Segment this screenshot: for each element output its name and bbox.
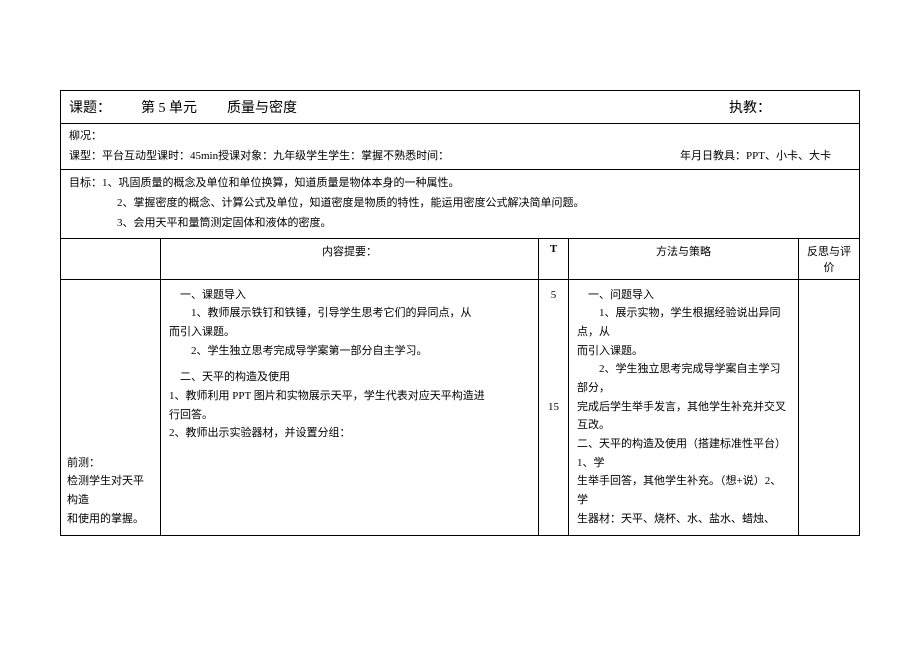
table-body-row: 前测： 检测学生对天平构造 和使用的掌握。 一、课题导入 1、教师展示铁钉和铁锤… (61, 280, 859, 535)
spacer (169, 360, 530, 368)
col-header-reflect: 反思与评价 (799, 239, 859, 279)
content-sec2-item1: 1、教师利用 PPT 图片和实物展示天平，学生代表对应天平构造进 (169, 387, 530, 406)
header-row: 课题： 第 5 单元 质量与密度 执教： (61, 91, 859, 124)
time-spacer2 (543, 366, 564, 398)
content-sec2-title: 二、天平的构造及使用 (169, 368, 530, 387)
content-sec1-item1: 1、教师展示铁钉和铁锤，引导学生思考它们的异同点，从 (169, 304, 530, 323)
method-sec2-line1: 二、天平的构造及使用（搭建标准性平台）1、学 (577, 435, 790, 472)
method-sec1-item1b: 而引入课题。 (577, 342, 790, 361)
content-sec2-item2: 2、教师出示实验器材，并设置分组： (169, 424, 530, 443)
content-sec2-item1b: 行回答。 (169, 406, 530, 425)
meta-line2: 课型：平台互动型课时：45min授课对象：九年级学生学生：掌握不熟悉时间： 年月… (69, 148, 851, 166)
meta-right: 年月日教具：PPT、小卡、大卡 (680, 148, 831, 166)
pretest-line3: 和使用的掌握。 (67, 510, 154, 529)
method-sec2-line3: 生器材：天平、烧杯、水、盐水、蜡烛、 (577, 510, 790, 529)
reflect-cell (799, 280, 859, 535)
objective-3: 3、会用天平和量筒测定固体和液体的密度。 (69, 214, 851, 234)
method-sec1-item1: 1、展示实物，学生根据经验说出异同点，从 (577, 304, 790, 341)
pretest-line1: 前测： (67, 454, 154, 473)
topic-label: 课题： (69, 97, 111, 117)
time-spacer (543, 306, 564, 366)
method-sec1-item2: 2、学生独立思考完成导学案自主学习部分， (577, 360, 790, 397)
objective-1: 目标：1、巩固质量的概念及单位和单位换算，知道质量是物体本身的一种属性。 (69, 174, 851, 194)
content-sec1-item2: 2、学生独立思考完成导学案第一部分自主学习。 (169, 342, 530, 361)
method-sec1-item2b: 完成后学生举手发言，其他学生补充并交叉互改。 (577, 398, 790, 435)
meta-line1: 柳况： (69, 128, 851, 146)
content-sec1-title: 一、课题导入 (169, 286, 530, 305)
unit-title: 第 5 单元 (141, 97, 197, 117)
subject-title: 质量与密度 (227, 97, 297, 117)
col-header-t: T (539, 239, 569, 279)
method-sec1-title: 一、问题导入 (577, 286, 790, 305)
method-cell: 一、问题导入 1、展示实物，学生根据经验说出异同点，从 而引入课题。 2、学生独… (569, 280, 799, 535)
pretest-cell: 前测： 检测学生对天平构造 和使用的掌握。 (61, 280, 161, 535)
table-header-row: 内容提要： T 方法与策略 反思与评价 (61, 239, 859, 280)
objective-2: 2、掌握密度的概念、计算公式及单位，知道密度是物质的特性，能运用密度公式解决简单… (69, 194, 851, 214)
col-header-assess (61, 239, 161, 279)
meta-left: 课型：平台互动型课时：45min授课对象：九年级学生学生：掌握不熟悉时间： (69, 148, 680, 166)
method-sec2-line2: 生举手回答，其他学生补充。（想+说）2、学 (577, 472, 790, 509)
meta-row: 柳况： 课型：平台互动型课时：45min授课对象：九年级学生学生：掌握不熟悉时间… (61, 124, 859, 170)
pretest-line2: 检测学生对天平构造 (67, 472, 154, 509)
col-header-method: 方法与策略 (569, 239, 799, 279)
col-header-content: 内容提要： (161, 239, 539, 279)
lesson-plan-table: 课题： 第 5 单元 质量与密度 执教： 柳况： 课型：平台互动型课时：45mi… (60, 90, 860, 536)
content-sec1-item1b: 而引入课题。 (169, 323, 530, 342)
time-val2: 15 (543, 398, 564, 417)
teacher-label: 执教： (729, 97, 771, 117)
objectives-row: 目标：1、巩固质量的概念及单位和单位换算，知道质量是物体本身的一种属性。 2、掌… (61, 170, 859, 238)
time-cell: 5 15 (539, 280, 569, 535)
time-val1: 5 (543, 286, 564, 305)
content-cell: 一、课题导入 1、教师展示铁钉和铁锤，引导学生思考它们的异同点，从 而引入课题。… (161, 280, 539, 535)
